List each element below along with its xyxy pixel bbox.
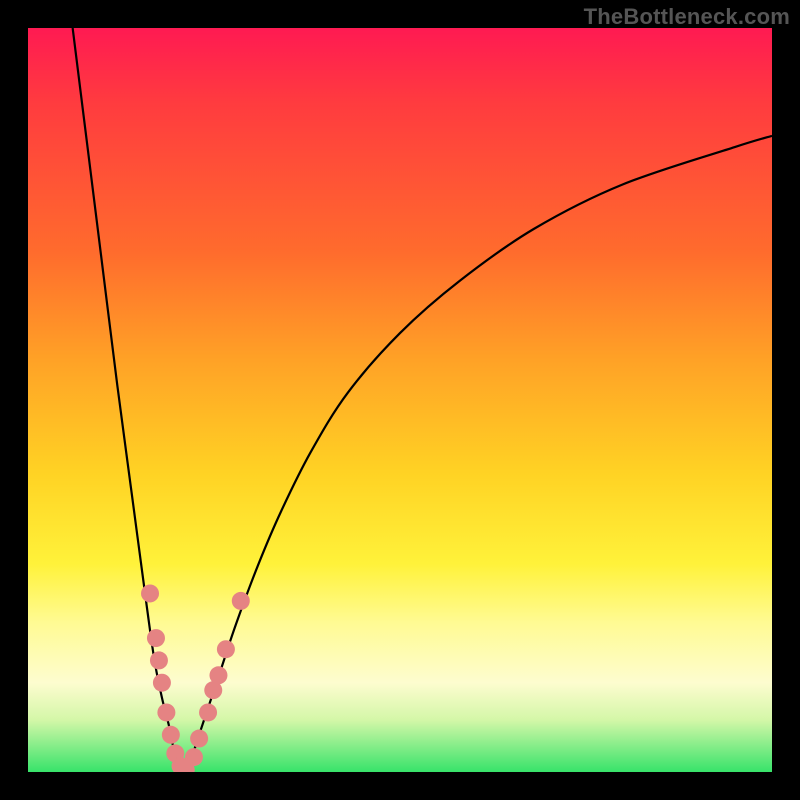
data-dot	[190, 730, 208, 748]
data-dot	[209, 666, 227, 684]
data-dot	[157, 703, 175, 721]
data-dot	[232, 592, 250, 610]
data-dot	[162, 726, 180, 744]
data-dot	[185, 748, 203, 766]
chart-frame: TheBottleneck.com	[0, 0, 800, 800]
data-dot	[150, 651, 168, 669]
data-dot	[199, 703, 217, 721]
plot-area	[28, 28, 772, 772]
watermark-text: TheBottleneck.com	[584, 4, 790, 30]
data-dot	[141, 584, 159, 602]
data-dots	[141, 584, 250, 772]
curve-layer	[28, 28, 772, 772]
data-dot	[217, 640, 235, 658]
data-dot	[153, 674, 171, 692]
right-branch-curve	[184, 136, 772, 772]
data-dot	[147, 629, 165, 647]
